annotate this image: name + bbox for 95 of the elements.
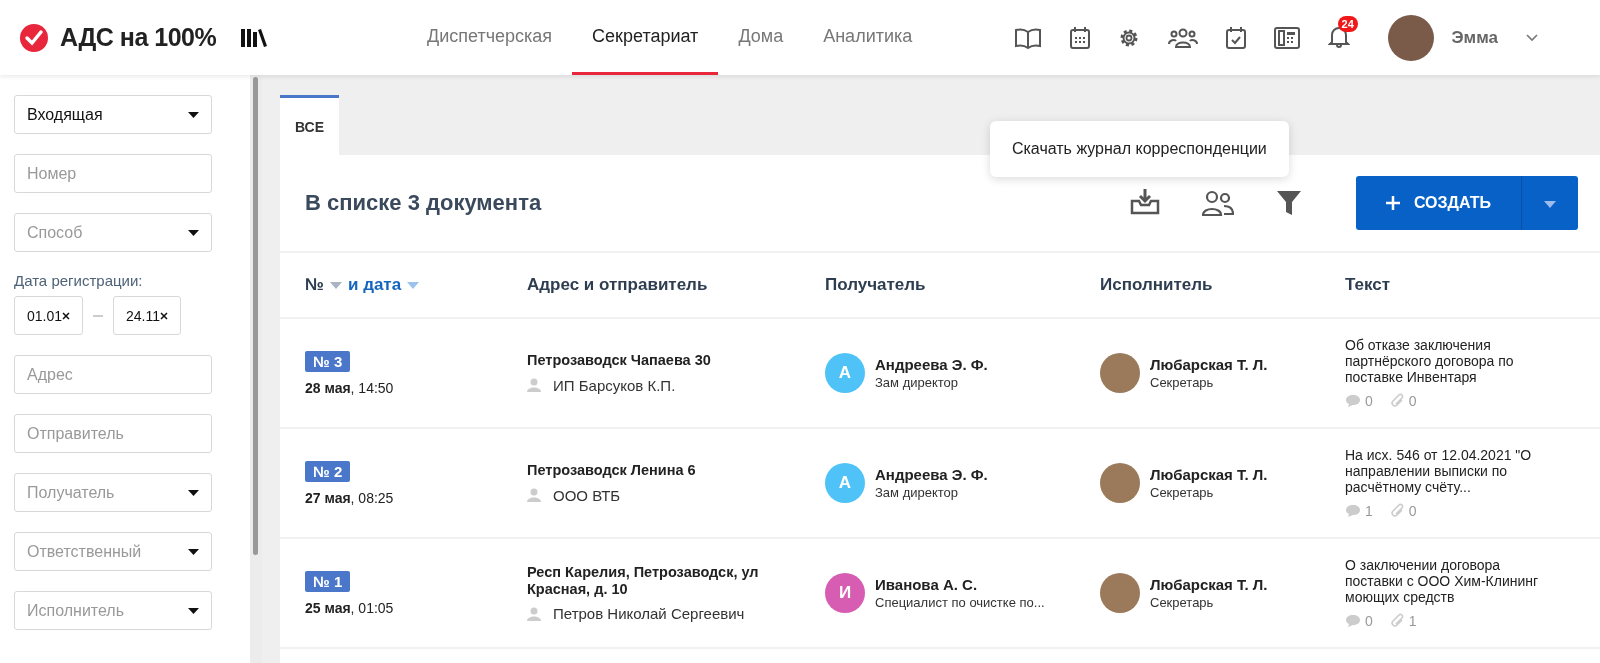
book-icon[interactable] — [1013, 25, 1042, 50]
person-role: Секретарь — [1150, 485, 1215, 500]
download-icon[interactable] — [1129, 187, 1160, 215]
clear-icon[interactable] — [160, 311, 169, 320]
number-tag: № 2 — [305, 460, 351, 482]
document-text: О заключении договора поставки с ООО Хим-Клининг моющих средств — [1345, 556, 1540, 606]
comment-icon — [1345, 614, 1361, 629]
document-text: На исх. 546 от 12.04.2021 "О направлении выписки по расчётному счёту... — [1345, 446, 1533, 496]
dropdown-field[interactable]: Входящая — [14, 95, 212, 134]
person-name: Андреева Э. Ф. — [875, 466, 988, 483]
caret-icon — [188, 111, 199, 118]
column-header: Адрес и отправитель — [527, 275, 708, 295]
user-menu[interactable]: Эмма — [1451, 27, 1498, 48]
tooltip: Скачать журнал корреспонденции — [989, 121, 1289, 177]
logo-text: АДС на 100% — [60, 23, 217, 52]
person-icon — [527, 378, 541, 393]
caret-icon — [1544, 200, 1556, 208]
attachment-count: 0 — [1408, 503, 1417, 520]
paperclip-icon — [1390, 393, 1405, 410]
person-name: Любарская Т. Л. — [1150, 356, 1268, 373]
avatar-placeholder — [1100, 353, 1140, 393]
group-icon[interactable] — [1167, 26, 1198, 49]
person-name: Андреева Э. Ф. — [875, 356, 988, 373]
attachment-count: 0 — [1408, 393, 1417, 410]
column-header[interactable]: № — [305, 275, 324, 295]
input-field[interactable]: Адрес — [14, 355, 212, 394]
number-tag: № 3 — [305, 350, 351, 372]
calendar-check-icon[interactable] — [1225, 25, 1246, 50]
column-header: Получатель — [825, 275, 926, 295]
number-tag: № 1 — [305, 570, 351, 592]
caret-icon — [188, 607, 199, 614]
date-field[interactable]: 01.01 — [14, 296, 84, 335]
checkmark-logo-icon — [20, 23, 48, 52]
caret-icon — [188, 489, 199, 496]
avatar-placeholder — [1100, 573, 1140, 613]
column-header: Исполнитель — [1100, 275, 1213, 295]
document-text: Об отказе заключения партнёрского договора по поставке Инвентаря — [1345, 336, 1515, 386]
date-text: 28 мая, 14:50 — [305, 379, 394, 396]
plus-icon — [1385, 196, 1400, 210]
person-name: Иванова А. С. — [875, 576, 979, 593]
initial-avatar: И — [825, 573, 865, 613]
comment-count: 0 — [1365, 613, 1373, 630]
caret-icon — [188, 548, 199, 555]
sender-text: ООО ВТБ — [553, 486, 621, 504]
sender-text: ИП Барсуков К.П. — [553, 376, 676, 394]
avatar-placeholder — [1100, 463, 1140, 503]
filter-icon[interactable] — [1275, 190, 1302, 216]
address-text: Петрозаводск Чапаева 30 — [527, 352, 712, 369]
attachment-count: 1 — [1408, 613, 1417, 630]
sort-link[interactable]: и дата — [347, 275, 402, 295]
address-text: Респ Карелия, Петрозаводск, ул Красная, д. 10 — [527, 563, 760, 598]
sender-text: Петров Николай Сергеевич — [553, 605, 745, 623]
tab[interactable]: ВСЕ — [280, 95, 340, 155]
column-header: Текст — [1345, 275, 1391, 295]
document-row[interactable]: № 3 28 мая, 14:50 Петрозаводск Чапаева 30 ИП Барсуков К.П. А Андреева Э. Ф. Зам директор Любарская Т. Л. Секретарь Об отказе заключения партнёрского договора по поставке Инвентаря 0 0 — [280, 319, 1600, 429]
address-text: Петрозаводск Ленина 6 — [527, 462, 697, 479]
clear-icon[interactable] — [62, 311, 71, 320]
nav-tab[interactable]: Дома — [718, 0, 804, 75]
dash-icon — [93, 314, 104, 317]
field-label: Дата регистрации: — [14, 272, 144, 289]
fax-icon[interactable] — [1273, 25, 1300, 50]
comment-count: 1 — [1365, 503, 1373, 520]
list-title: В списке 3 документа — [305, 190, 542, 216]
person-name: Любарская Т. Л. — [1150, 466, 1268, 483]
person-role: Специалист по очистке по... — [875, 595, 1045, 610]
nav-tab[interactable]: Аналитика — [803, 0, 933, 75]
comment-icon — [1345, 394, 1361, 409]
initial-avatar: А — [825, 463, 865, 503]
date-text: 25 мая, 01:05 — [305, 599, 394, 616]
person-role: Секретарь — [1150, 595, 1215, 610]
nav-tab[interactable]: Диспетчерская — [407, 0, 573, 75]
comment-icon — [1345, 504, 1361, 519]
person-role: Зам директор — [875, 485, 960, 500]
person-name: Любарская Т. Л. — [1150, 576, 1268, 593]
person-role: Секретарь — [1150, 375, 1215, 390]
notification-count: 24 — [1337, 15, 1358, 32]
date-text: 27 мая, 08:25 — [305, 489, 394, 506]
person-icon — [527, 606, 541, 621]
person-role: Зам директор — [875, 375, 960, 390]
person-icon — [527, 488, 541, 503]
input-field[interactable]: Номер — [14, 154, 212, 193]
nav-tab[interactable]: Секретариат — [572, 0, 719, 75]
users-icon[interactable] — [1201, 190, 1234, 216]
document-row[interactable]: № 2 27 мая, 08:25 Петрозаводск Ленина 6 ООО ВТБ А Андреева Э. Ф. Зам директор Любарская Т. Л. Секретарь На исх. 546 от 12.04.2021 "О направлении выписки по расчётному счёту... 1 0 — [280, 429, 1600, 539]
create-button[interactable]: СОЗДАТЬ — [1355, 176, 1521, 230]
initial-avatar: А — [825, 353, 865, 393]
chevron-down-icon[interactable] — [1526, 33, 1538, 42]
calendar-icon[interactable] — [1069, 25, 1090, 50]
paperclip-icon — [1390, 503, 1405, 520]
date-field[interactable]: 24.11 — [113, 296, 182, 335]
input-field[interactable]: Отправитель — [14, 414, 212, 453]
caret-icon — [188, 229, 199, 236]
paperclip-icon — [1390, 613, 1405, 630]
books-icon[interactable] — [240, 26, 269, 49]
comment-count: 0 — [1365, 393, 1373, 410]
